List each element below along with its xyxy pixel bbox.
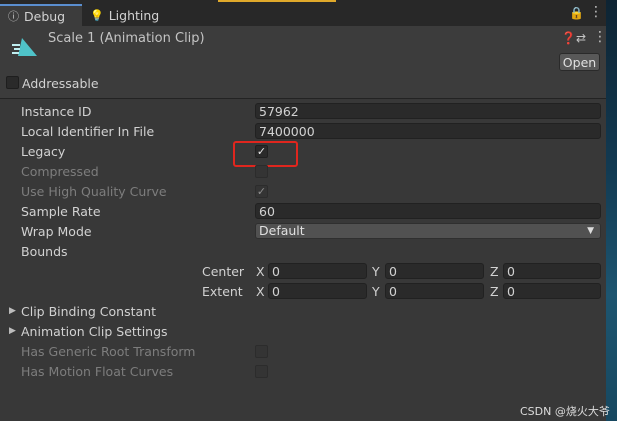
toolbar-accent-strip <box>218 0 336 2</box>
header-divider <box>0 98 606 99</box>
compressed-checkbox <box>255 165 268 178</box>
local-identifier-field[interactable]: 7400000 <box>255 123 601 139</box>
sample-rate-label: Sample Rate <box>21 204 101 219</box>
extent-label: Extent <box>202 284 243 299</box>
tab-debug[interactable]: ⓘ Debug <box>0 4 82 26</box>
tab-debug-label: Debug <box>24 8 66 24</box>
animation-clip-settings-foldout[interactable]: Animation Clip Settings <box>21 324 168 339</box>
addressable-checkbox[interactable] <box>6 76 19 89</box>
center-y-axis-label: Y <box>372 264 380 279</box>
has-generic-root-transform-label: Has Generic Root Transform <box>21 344 196 359</box>
has-generic-root-transform-checkbox <box>255 345 268 358</box>
center-label: Center <box>202 264 245 279</box>
tab-lighting[interactable]: 💡 Lighting <box>82 4 174 26</box>
center-z-field[interactable]: 0 <box>503 263 601 279</box>
instance-id-label: Instance ID <box>21 104 92 119</box>
animation-clip-icon <box>12 38 37 56</box>
wrap-mode-dropdown[interactable]: Default ▼ <box>255 223 601 239</box>
info-icon: ⓘ <box>8 10 19 23</box>
open-button[interactable]: Open <box>559 53 600 71</box>
legacy-label: Legacy <box>21 144 66 159</box>
center-y-field[interactable]: 0 <box>385 263 484 279</box>
extent-z-axis-label: Z <box>490 284 499 299</box>
header-kebab-icon[interactable]: ⋮ <box>593 29 607 45</box>
kebab-menu-icon[interactable]: ⋮ <box>589 4 603 20</box>
extent-z-field[interactable]: 0 <box>503 283 601 299</box>
asset-title: Scale 1 (Animation Clip) <box>48 31 205 46</box>
center-x-axis-label: X <box>256 264 265 279</box>
has-motion-float-curves-checkbox <box>255 365 268 378</box>
sample-rate-field[interactable]: 60 <box>255 203 601 219</box>
extent-x-axis-label: X <box>256 284 265 299</box>
center-x-field[interactable]: 0 <box>268 263 367 279</box>
preset-icon[interactable]: ⇄ <box>576 31 586 45</box>
extent-x-field[interactable]: 0 <box>268 283 367 299</box>
clip-binding-foldout-icon[interactable]: ▶ <box>9 306 16 316</box>
wrap-mode-value: Default <box>259 223 305 238</box>
instance-id-field[interactable]: 57962 <box>255 103 601 119</box>
high-quality-curve-checkbox: ✓ <box>255 185 268 198</box>
watermark: CSDN @烧火大爷 <box>520 405 610 418</box>
extent-y-field[interactable]: 0 <box>385 283 484 299</box>
compressed-label: Compressed <box>21 164 99 179</box>
high-quality-curve-label: Use High Quality Curve <box>21 184 167 199</box>
clip-settings-foldout-icon[interactable]: ▶ <box>9 326 16 336</box>
addressable-label: Addressable <box>22 76 99 91</box>
extent-y-axis-label: Y <box>372 284 380 299</box>
legacy-highlight-box <box>233 141 298 167</box>
tab-lighting-label: Lighting <box>108 7 160 23</box>
help-icon[interactable]: ❓ <box>561 31 576 45</box>
bounds-label: Bounds <box>21 244 68 259</box>
center-z-axis-label: Z <box>490 264 499 279</box>
wrap-mode-label: Wrap Mode <box>21 224 92 239</box>
has-motion-float-curves-label: Has Motion Float Curves <box>21 364 174 379</box>
local-identifier-label: Local Identifier In File <box>21 124 155 139</box>
lightbulb-icon: 💡 <box>90 8 104 22</box>
lock-icon[interactable]: 🔒 <box>569 6 584 20</box>
background-edge <box>606 0 617 421</box>
clip-binding-constant-foldout[interactable]: Clip Binding Constant <box>21 304 156 319</box>
chevron-down-icon: ▼ <box>587 226 594 236</box>
